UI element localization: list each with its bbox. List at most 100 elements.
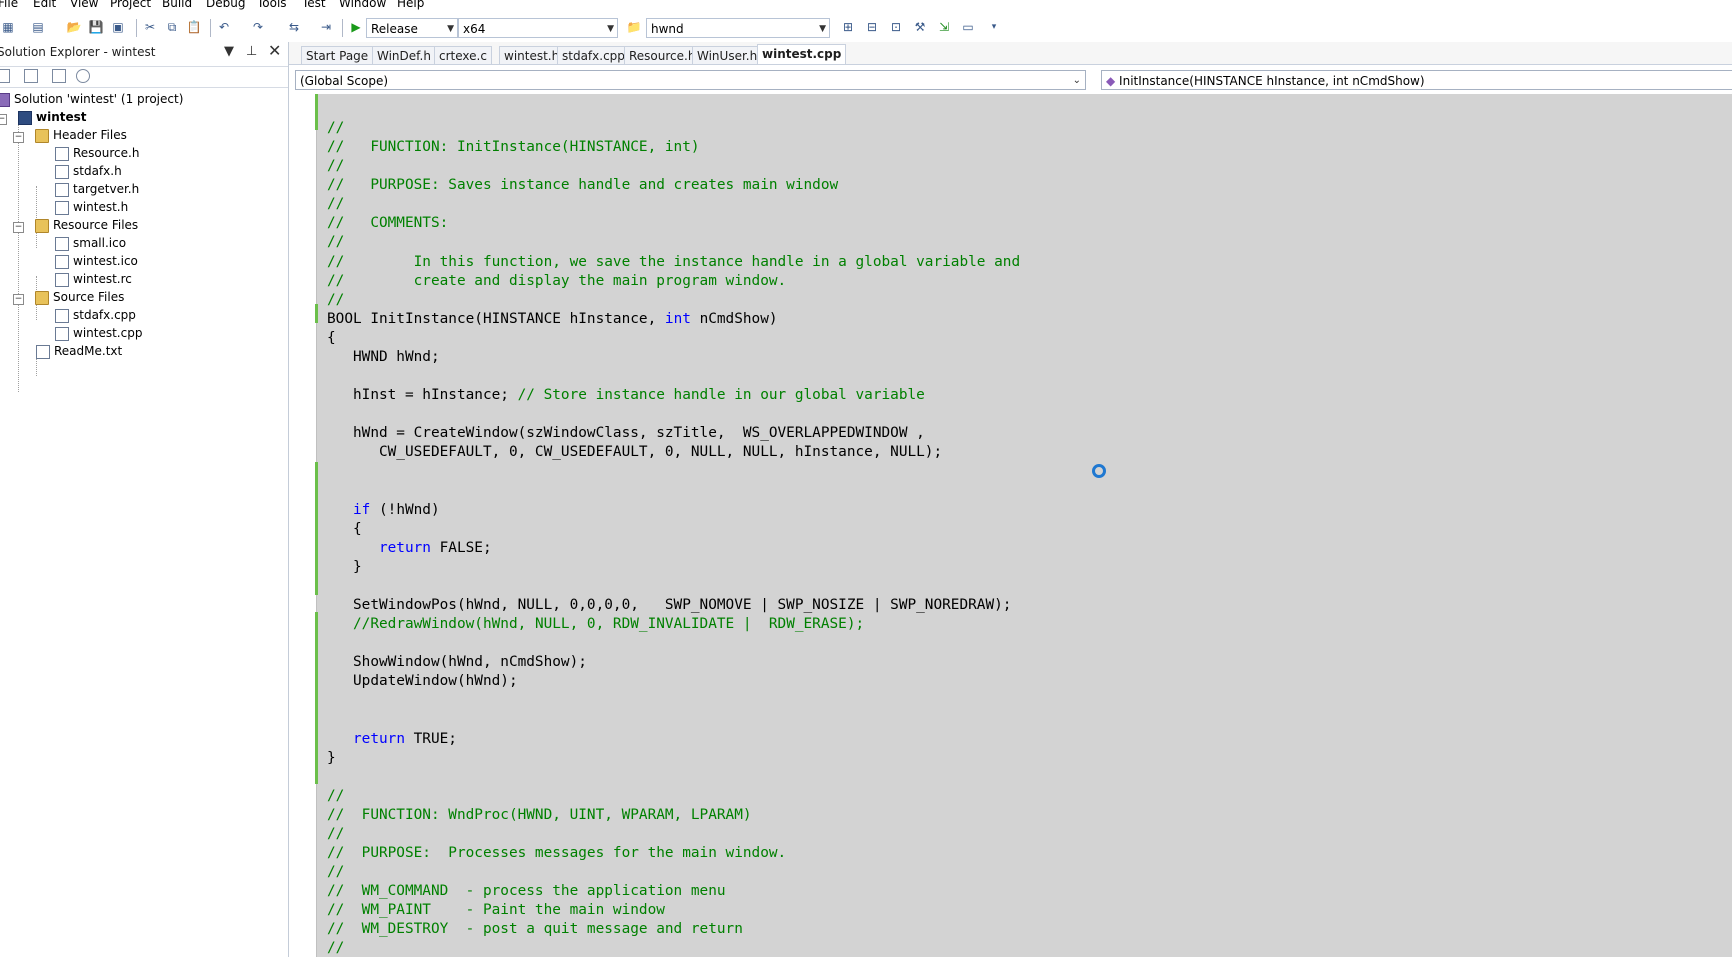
chevron-down-icon: ▼	[819, 24, 826, 34]
tree-file[interactable]: stdafx.h	[55, 162, 122, 180]
change-marker	[315, 462, 318, 595]
class-diagram-icon[interactable]	[76, 69, 90, 83]
redo-icon[interactable]: ↷	[250, 19, 266, 35]
code-line: return FALSE;	[378, 539, 492, 556]
menu-test[interactable]: Test	[302, 0, 326, 10]
tab-resource-h[interactable]: Resource.h	[624, 46, 701, 64]
properties-icon[interactable]	[0, 69, 10, 83]
pin-icon[interactable]: ⊥	[246, 42, 257, 62]
close-icon[interactable]: ✕	[268, 41, 281, 61]
header-file-icon	[55, 182, 69, 197]
tab-winuser-h[interactable]: WinUser.h	[692, 46, 763, 64]
menu-file[interactable]: File	[0, 0, 18, 10]
change-marker	[315, 612, 318, 784]
code-line: //RedrawWindow(hWnd, NULL, 0, RDW_INVALI…	[353, 616, 865, 633]
tab-wintest-h[interactable]: wintest.h	[499, 46, 565, 64]
save-all-icon[interactable]: ▣	[110, 19, 126, 35]
platform-select[interactable]: x64 ▼	[458, 18, 618, 38]
find-in-files-icon[interactable]: 📁	[626, 19, 642, 35]
code-line: if (!hWnd)	[353, 501, 440, 518]
collapse-icon[interactable]: −	[13, 132, 24, 143]
code-line: // In this function, we save the instanc…	[327, 253, 1021, 270]
menu-help[interactable]: Help	[397, 0, 424, 10]
tab-wintest-cpp[interactable]: wintest.cpp	[757, 44, 847, 64]
find-box[interactable]: hwnd ▼	[646, 18, 830, 38]
tab-crtexe-c[interactable]: crtexe.c	[434, 46, 492, 64]
paste-icon[interactable]: 📋	[186, 19, 202, 35]
member-select[interactable]: ◆ InitInstance(HINSTANCE hInstance, int …	[1101, 70, 1732, 90]
scope-value: (Global Scope)	[300, 74, 389, 88]
new-project-icon[interactable]: ▦	[0, 19, 16, 35]
tree-file[interactable]: wintest.h	[55, 198, 128, 216]
navigate-icon[interactable]: ⇆	[286, 19, 302, 35]
refresh-icon[interactable]	[52, 69, 66, 83]
tree-folder-header[interactable]: Header Files	[35, 126, 127, 144]
tree-project[interactable]: wintest	[18, 108, 87, 126]
tree-file[interactable]: small.ico	[55, 234, 126, 252]
code-line: //	[327, 234, 345, 251]
menu-build[interactable]: Build	[162, 0, 192, 10]
tab-windef-h[interactable]: WinDef.h	[372, 46, 436, 64]
code-line: // WM_COMMAND - process the application …	[327, 883, 726, 900]
navigate-forward-icon[interactable]: ⇥	[318, 19, 334, 35]
scope-select[interactable]: (Global Scope) ⌄	[295, 70, 1086, 90]
toolbox-icon[interactable]: ⚒	[912, 19, 928, 35]
chevron-down-icon: ▼	[447, 24, 454, 34]
code-line: // FUNCTION: InitInstance(HINSTANCE, int…	[327, 139, 700, 156]
icon-file-icon	[55, 254, 69, 269]
panel-toolbar	[0, 66, 288, 88]
indicator-margin	[295, 94, 317, 957]
code-line: UpdateWindow(hWnd);	[327, 673, 518, 690]
collapse-icon[interactable]: −	[13, 222, 24, 233]
open-file-icon[interactable]: 📂	[66, 19, 82, 35]
save-icon[interactable]: 💾	[88, 19, 104, 35]
code-text-area[interactable]: // // FUNCTION: InitInstance(HINSTANCE, i…	[295, 94, 1732, 957]
code-line: // FUNCTION: WndProc(HWND, UINT, WPARAM,…	[327, 806, 752, 823]
code-line: // WM_PAINT - Paint the main window	[327, 902, 665, 919]
add-item-icon[interactable]: ▤	[30, 19, 46, 35]
other-windows-icon[interactable]: ▭	[960, 19, 976, 35]
tree-folder-source[interactable]: Source Files	[35, 288, 124, 306]
chevron-down-icon: ▼	[607, 24, 614, 34]
properties-icon[interactable]: ⊟	[864, 19, 880, 35]
collapse-icon[interactable]: −	[13, 294, 24, 305]
tab-stdafx-cpp[interactable]: stdafx.cpp	[557, 46, 630, 64]
code-line: //	[327, 825, 345, 842]
object-browser-icon[interactable]: ⊡	[888, 19, 904, 35]
tree-file[interactable]: wintest.cpp	[55, 324, 142, 342]
tree-file[interactable]: stdafx.cpp	[55, 306, 136, 324]
menu-window[interactable]: Window	[339, 0, 386, 10]
menu-project[interactable]: Project	[110, 0, 151, 10]
tab-start-page[interactable]: Start Page	[301, 46, 374, 64]
code-line: // create and display the main program w…	[327, 272, 787, 289]
standard-toolbar: ▦ ▤ 📂 💾 ▣ ✂ ⧉ 📋 ↶ ↷ ⇆ ⇥ ▶ Release ▼ x64 …	[0, 14, 1732, 42]
toolbar-overflow-icon[interactable]: ▾	[986, 19, 1002, 35]
change-marker	[315, 304, 318, 323]
tree-folder-resource[interactable]: Resource Files	[35, 216, 138, 234]
code-line: ShowWindow(hWnd, nCmdShow);	[327, 654, 587, 671]
tree-file[interactable]: wintest.ico	[55, 252, 138, 270]
tree-file[interactable]: targetver.h	[55, 180, 139, 198]
config-select[interactable]: Release ▼	[366, 18, 458, 38]
menu-view[interactable]: View	[70, 0, 98, 10]
tree-solution[interactable]: Solution 'wintest' (1 project)	[0, 90, 183, 108]
code-line: // WM_DESTROY - post a quit message and …	[327, 921, 743, 938]
menu-tools[interactable]: Tools	[257, 0, 287, 10]
tree-file[interactable]: wintest.rc	[55, 270, 132, 288]
tree-file[interactable]: ReadMe.txt	[36, 342, 122, 360]
solution-explorer-icon[interactable]: ⊞	[840, 19, 856, 35]
dropdown-icon[interactable]: ▼	[224, 42, 234, 62]
cut-icon[interactable]: ✂	[142, 19, 158, 35]
project-icon	[18, 110, 32, 125]
tree-file[interactable]: Resource.h	[55, 144, 139, 162]
code-line: //	[327, 787, 345, 804]
collapse-icon[interactable]: −	[0, 114, 7, 125]
menu-edit[interactable]: Edit	[33, 0, 56, 10]
menu-debug[interactable]: Debug	[206, 0, 245, 10]
start-debug-icon[interactable]: ▶	[348, 19, 364, 35]
start-page-icon[interactable]: ⇲	[936, 19, 952, 35]
show-all-files-icon[interactable]	[24, 69, 38, 83]
undo-icon[interactable]: ↶	[216, 19, 232, 35]
code-line: //	[327, 291, 345, 308]
copy-icon[interactable]: ⧉	[164, 19, 180, 35]
